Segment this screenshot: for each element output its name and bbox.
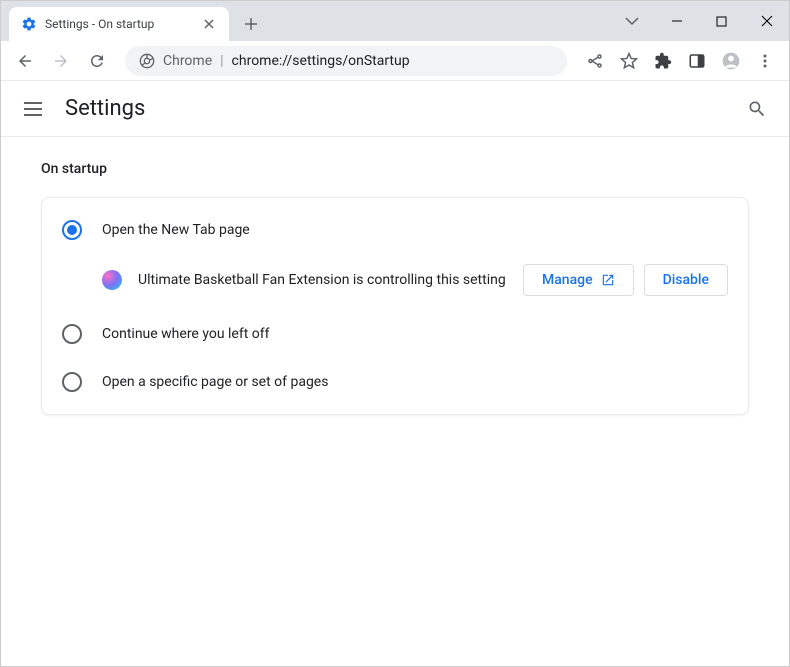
extension-icon: [102, 270, 122, 290]
url-text: chrome://settings/onStartup: [232, 53, 410, 69]
url-divider: |: [220, 53, 223, 69]
radio-label: Open the New Tab page: [102, 222, 250, 238]
chevron-down-icon[interactable]: [609, 6, 654, 36]
radio-continue[interactable]: Continue where you left off: [42, 310, 748, 358]
radio-specific-pages[interactable]: Open a specific page or set of pages: [42, 358, 748, 406]
side-panel-icon[interactable]: [681, 45, 713, 77]
radio-label: Continue where you left off: [102, 326, 270, 342]
maximize-button[interactable]: [699, 6, 744, 36]
browser-tab[interactable]: Settings - On startup: [9, 7, 229, 41]
minimize-button[interactable]: [654, 6, 699, 36]
radio-button-selected[interactable]: [62, 220, 82, 240]
extensions-icon[interactable]: [647, 45, 679, 77]
browser-toolbar: Chrome | chrome://settings/onStartup: [1, 41, 789, 81]
hamburger-icon[interactable]: [21, 97, 45, 121]
disable-label: Disable: [663, 272, 709, 288]
search-icon[interactable]: [745, 97, 769, 121]
address-bar[interactable]: Chrome | chrome://settings/onStartup: [125, 46, 567, 76]
manage-label: Manage: [542, 272, 593, 288]
window-controls: [609, 1, 789, 41]
back-button[interactable]: [9, 45, 41, 77]
manage-button[interactable]: Manage: [523, 264, 634, 296]
radio-button[interactable]: [62, 324, 82, 344]
gear-icon: [21, 16, 37, 32]
radio-open-new-tab[interactable]: Open the New Tab page: [42, 206, 748, 254]
forward-button[interactable]: [45, 45, 77, 77]
page-title: Settings: [65, 96, 745, 121]
settings-content: On startup Open the New Tab page Ultimat…: [1, 137, 789, 439]
open-external-icon: [601, 273, 615, 287]
chrome-icon: [139, 53, 155, 69]
startup-card: Open the New Tab page Ultimate Basketbal…: [41, 197, 749, 415]
tab-title: Settings - On startup: [45, 17, 201, 31]
share-icon[interactable]: [579, 45, 611, 77]
profile-icon[interactable]: [715, 45, 747, 77]
window-close-button[interactable]: [744, 6, 789, 36]
url-scheme-label: Chrome: [163, 53, 212, 69]
bookmark-icon[interactable]: [613, 45, 645, 77]
disable-button[interactable]: Disable: [644, 264, 728, 296]
close-icon[interactable]: [201, 16, 217, 32]
extension-notice: Ultimate Basketball Fan Extension is con…: [42, 254, 748, 310]
extension-message: Ultimate Basketball Fan Extension is con…: [138, 272, 507, 288]
reload-button[interactable]: [81, 45, 113, 77]
radio-label: Open a specific page or set of pages: [102, 374, 328, 390]
new-tab-button[interactable]: [237, 10, 265, 38]
radio-button[interactable]: [62, 372, 82, 392]
section-title: On startup: [41, 161, 749, 177]
menu-icon[interactable]: [749, 45, 781, 77]
window-titlebar: Settings - On startup: [1, 1, 789, 41]
settings-header: Settings: [1, 81, 789, 137]
